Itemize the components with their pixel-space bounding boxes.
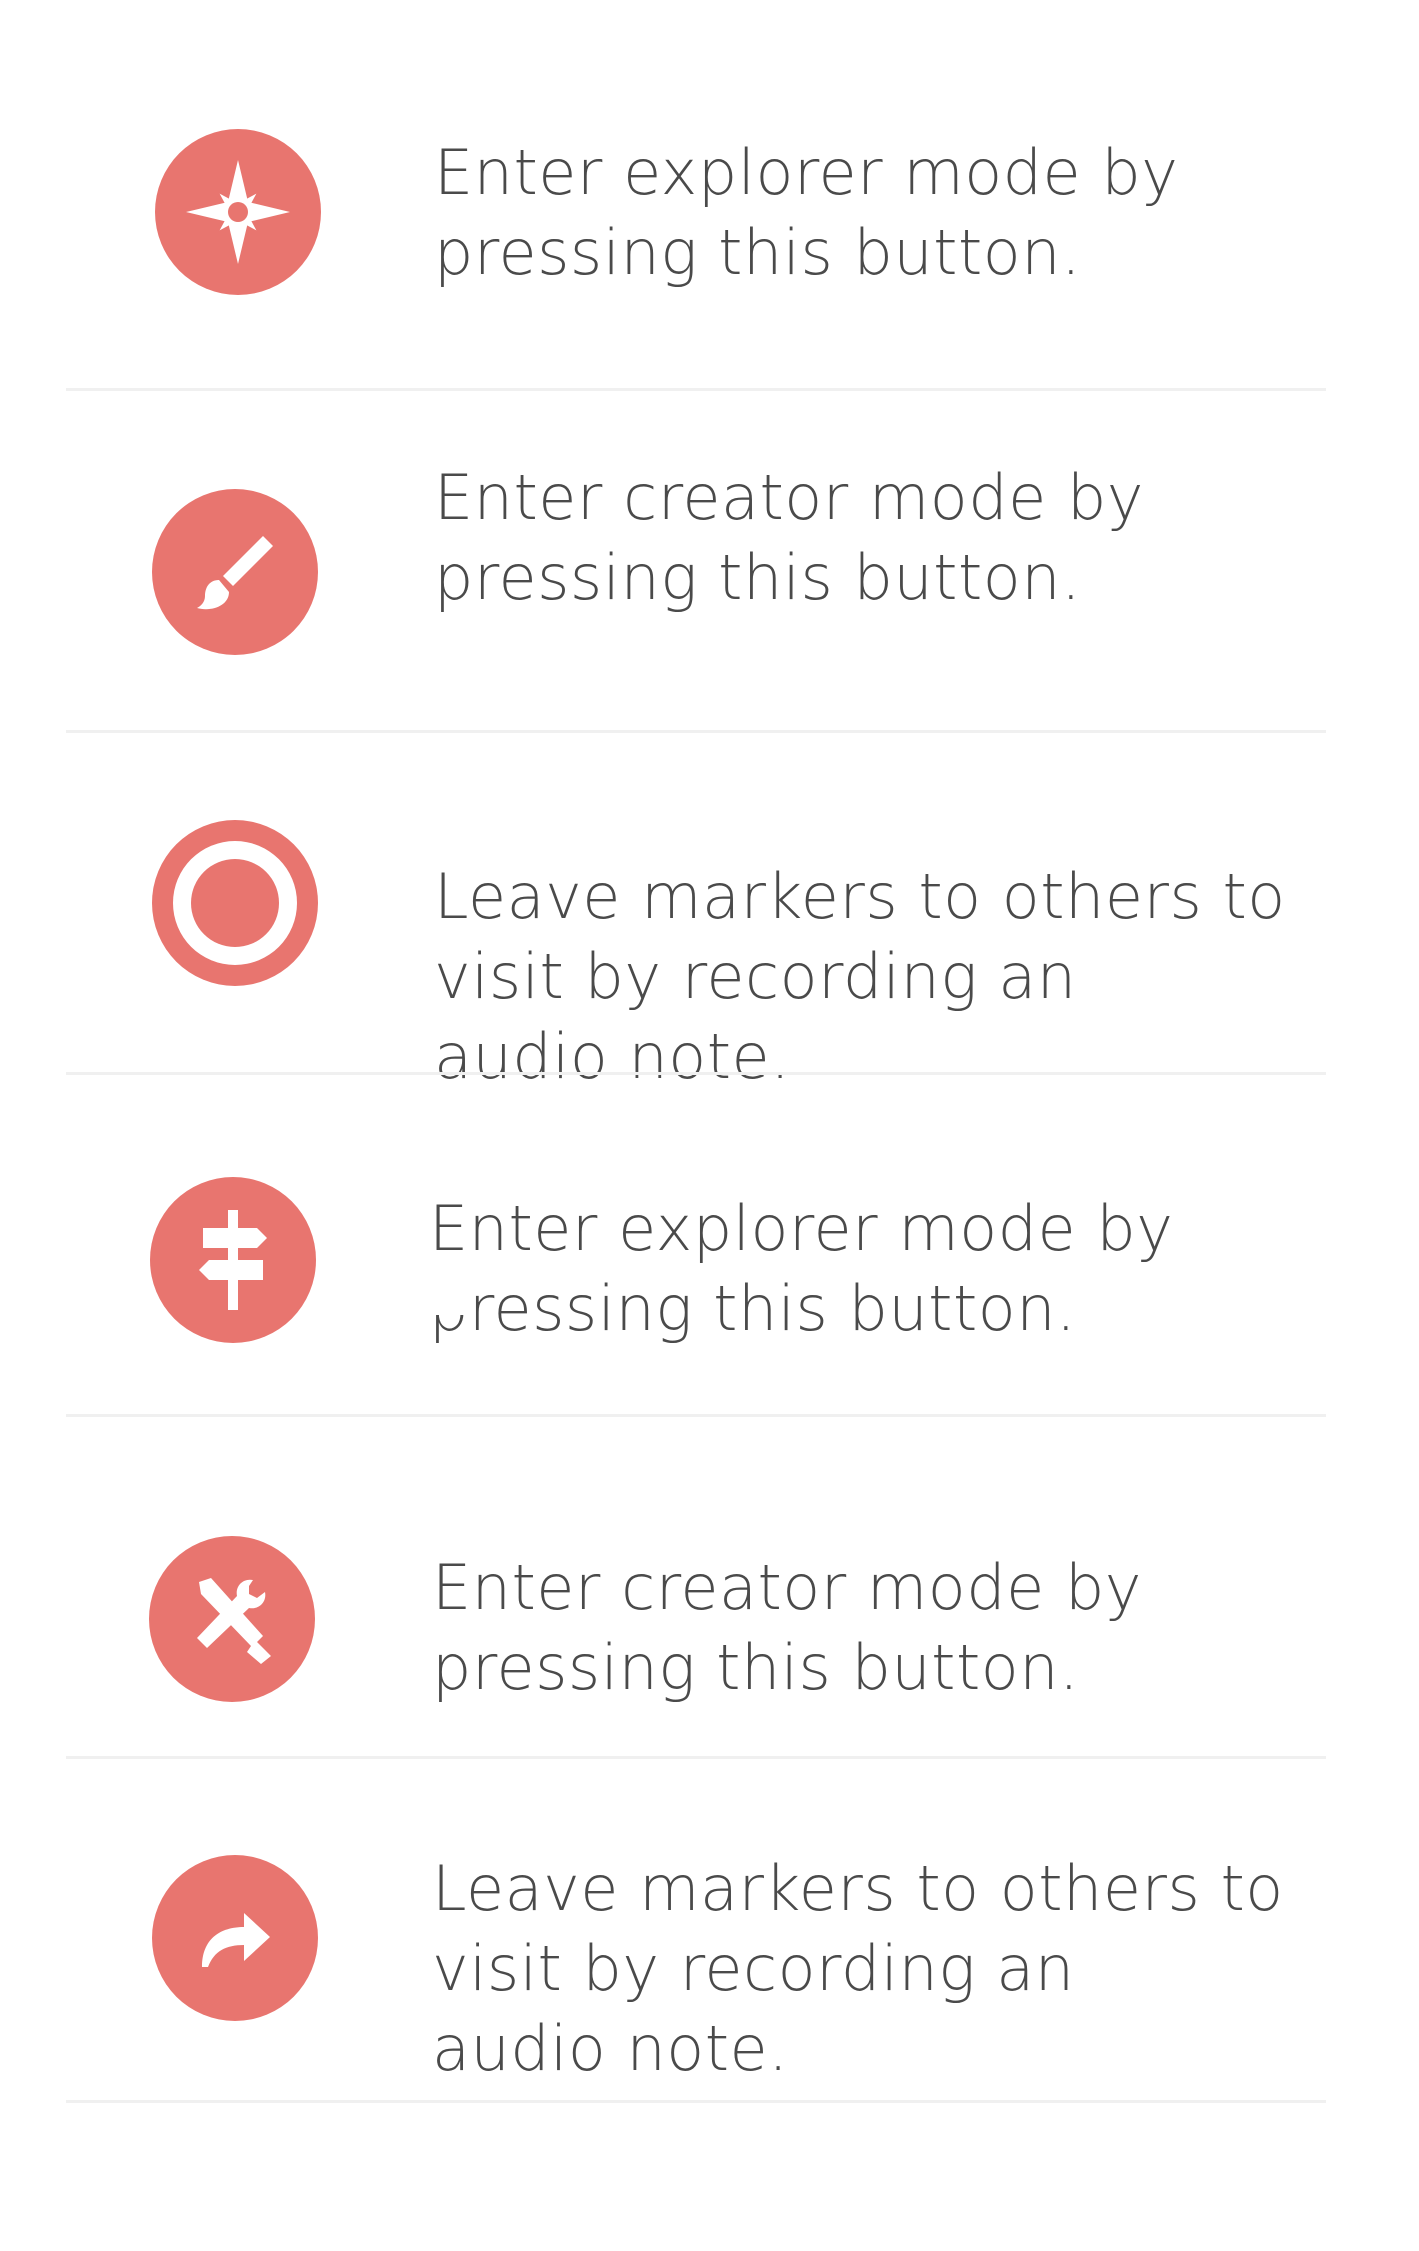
explorer-mode-button[interactable] — [150, 1177, 316, 1343]
creator-mode-button[interactable] — [149, 1536, 315, 1702]
divider — [66, 2100, 1326, 2103]
share-arrow-icon — [180, 1883, 290, 1993]
compass-icon — [178, 152, 298, 272]
row-description: Enter explorer mode by pressing this but… — [434, 136, 1179, 289]
row-description: Enter explorer mode by pressing this but… — [429, 1192, 1174, 1345]
row-description: Leave markers to others to visit by reco… — [432, 1852, 1284, 2085]
row-description: Enter creator mode by pressing this butt… — [434, 461, 1144, 614]
row-description: Enter creator mode by pressing this butt… — [432, 1551, 1142, 1704]
paintbrush-icon — [185, 522, 285, 622]
list-item: Leave markers to others to visit by reco… — [0, 1759, 1419, 2104]
share-button[interactable] — [152, 1855, 318, 2021]
signpost-icon — [173, 1200, 293, 1320]
list-item: Enter creator mode by pressing this butt… — [0, 391, 1419, 731]
record-button[interactable] — [152, 820, 318, 986]
tools-icon — [177, 1564, 287, 1674]
list-item: Enter explorer mode by pressing this but… — [0, 0, 1419, 390]
list-item: Leave markers to others to visit by reco… — [0, 733, 1419, 1093]
list-item: Enter creator mode by pressing this butt… — [0, 1417, 1419, 1757]
row-description: Leave markers to others to visit by reco… — [434, 860, 1286, 1093]
list-item: Enter explorer mode by pressing this but… — [0, 1075, 1419, 1415]
explorer-mode-button[interactable] — [155, 129, 321, 295]
creator-mode-button[interactable] — [152, 489, 318, 655]
text-glitch — [432, 1275, 470, 1315]
record-icon — [152, 820, 318, 986]
